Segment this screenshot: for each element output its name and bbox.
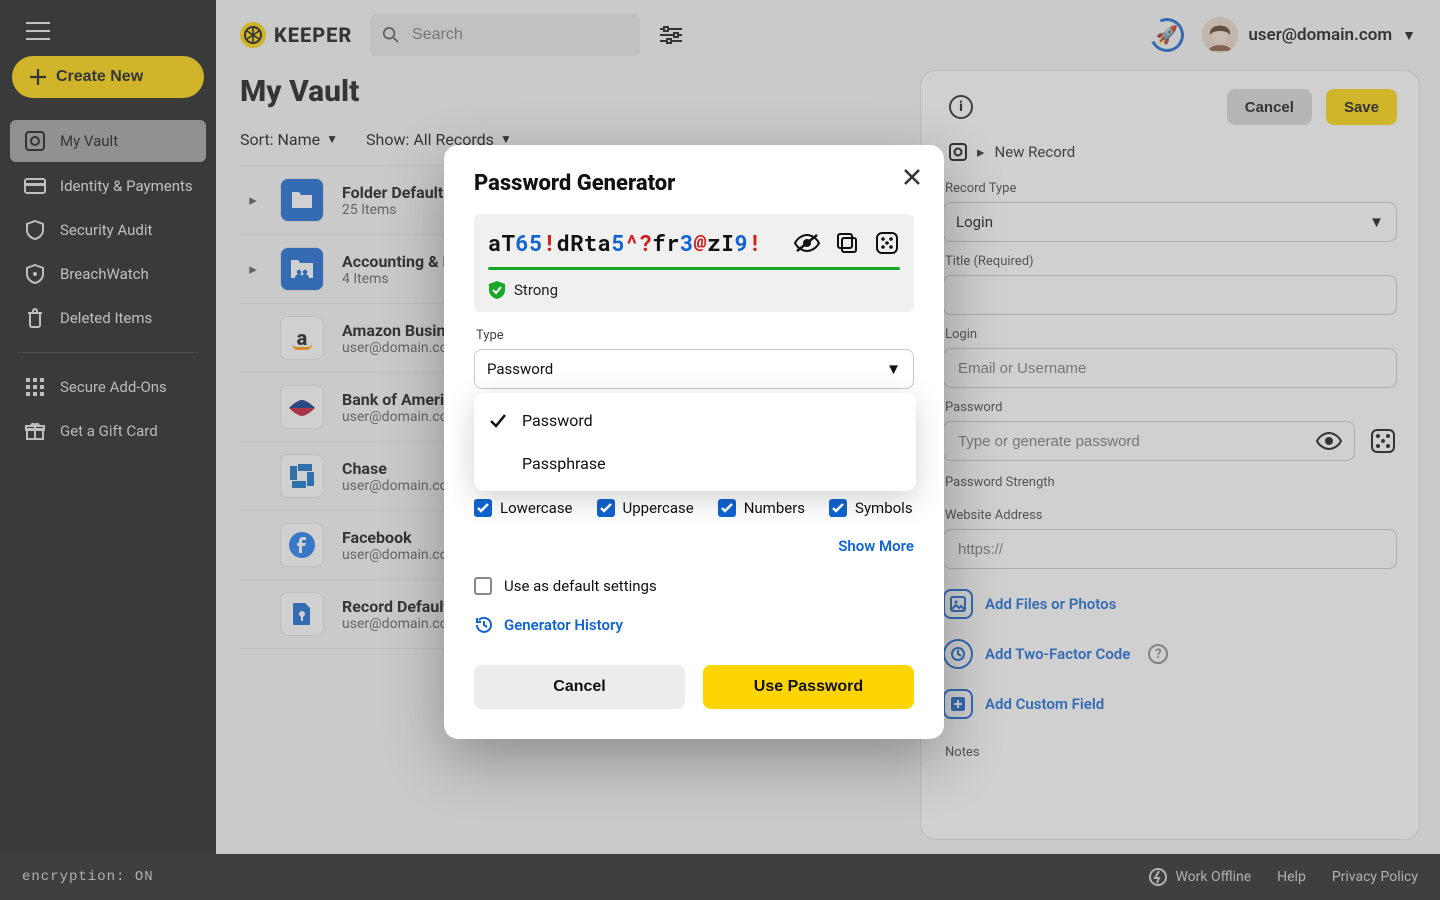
history-icon bbox=[474, 615, 494, 635]
dialog-cancel-button[interactable]: Cancel bbox=[474, 665, 685, 709]
generator-history-label: Generator History bbox=[504, 616, 623, 634]
generated-password-box: aT65!dRta5^?fr3@zI9! Strong bbox=[474, 214, 914, 312]
type-dropdown: Password Passphrase bbox=[474, 393, 916, 491]
dialog-close-button[interactable] bbox=[902, 167, 922, 191]
use-default-label: Use as default settings bbox=[504, 577, 657, 595]
dialog-actions: Cancel Use Password bbox=[474, 665, 914, 709]
type-option-label: Passphrase bbox=[522, 454, 606, 473]
type-select[interactable]: Password ▼ bbox=[474, 349, 914, 389]
password-generator-dialog: Password Generator aT65!dRta5^?fr3@zI9! … bbox=[444, 145, 944, 739]
symbols-checkbox[interactable]: Symbols bbox=[829, 499, 913, 517]
show-more-link[interactable]: Show More bbox=[474, 537, 914, 555]
numbers-checkbox[interactable]: Numbers bbox=[718, 499, 805, 517]
toggle-visibility-button[interactable] bbox=[794, 230, 820, 256]
use-password-button[interactable]: Use Password bbox=[703, 665, 914, 709]
use-default-checkbox[interactable]: Use as default settings bbox=[474, 577, 914, 595]
strength-bar bbox=[488, 267, 900, 270]
type-option-label: Password bbox=[522, 411, 593, 430]
strength-text: Strong bbox=[514, 281, 558, 299]
regenerate-button[interactable] bbox=[874, 230, 900, 256]
copy-icon bbox=[836, 232, 858, 254]
checkbox-empty-icon bbox=[474, 577, 492, 595]
strength-indicator: Strong bbox=[488, 280, 900, 300]
generator-history-link[interactable]: Generator History bbox=[474, 615, 914, 635]
eye-off-icon bbox=[794, 233, 820, 253]
chevron-down-icon: ▼ bbox=[886, 360, 901, 378]
type-option[interactable]: Passphrase bbox=[474, 442, 916, 485]
uppercase-checkbox[interactable]: Uppercase bbox=[597, 499, 694, 517]
charset-options: Lowercase Uppercase Numbers Symbols bbox=[474, 499, 914, 517]
lowercase-checkbox[interactable]: Lowercase bbox=[474, 499, 573, 517]
check-icon bbox=[488, 414, 508, 428]
type-label: Type bbox=[476, 328, 914, 343]
dice-icon bbox=[875, 231, 899, 255]
dialog-title: Password Generator bbox=[474, 171, 914, 196]
shield-check-icon bbox=[488, 280, 506, 300]
close-icon bbox=[902, 167, 922, 187]
generated-password: aT65!dRta5^?fr3@zI9! bbox=[488, 228, 762, 257]
copy-button[interactable] bbox=[834, 230, 860, 256]
type-option[interactable]: Password bbox=[474, 399, 916, 442]
type-value: Password bbox=[487, 360, 553, 378]
